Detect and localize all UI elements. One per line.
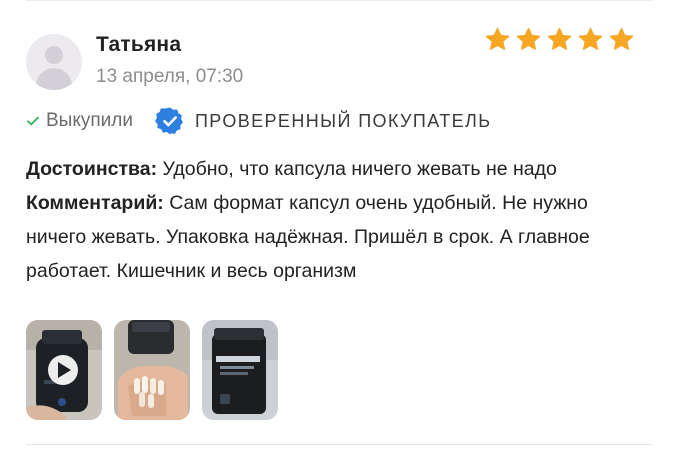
advantages-label: Достоинства: xyxy=(26,158,158,180)
review-photos xyxy=(26,320,278,420)
bought-label: Выкупили xyxy=(46,110,133,131)
rating-stars xyxy=(484,26,635,53)
check-icon xyxy=(27,116,39,126)
advantages-paragraph: Достоинства: Удобно, что капсула ничего … xyxy=(26,152,626,186)
divider xyxy=(26,0,652,1)
star-icon xyxy=(547,27,572,50)
avatar xyxy=(26,34,82,90)
comment-paragraph: Комментарий: Сам формат капсул очень удо… xyxy=(26,186,626,288)
advantages-text: Удобно, что капсула ничего жевать не над… xyxy=(162,158,557,180)
star-icon xyxy=(516,27,541,50)
review-date: 13 апреля, 07:30 xyxy=(96,66,244,87)
author-name: Татьяна xyxy=(96,33,182,56)
divider xyxy=(26,444,652,445)
star-icon xyxy=(485,27,510,50)
avatar-body-shape xyxy=(36,68,72,90)
verified-buyer-label: ПРОВЕРЕННЫЙ ПОКУПАТЕЛЬ xyxy=(194,110,492,131)
play-icon xyxy=(48,355,78,385)
verified-badge-icon xyxy=(154,107,183,135)
review-photo-thumbnail[interactable] xyxy=(114,320,190,420)
review-body: Достоинства: Удобно, что капсула ничего … xyxy=(26,152,626,288)
star-icon xyxy=(609,27,634,50)
capsules-photo xyxy=(114,320,190,420)
comment-label: Комментарий: xyxy=(26,192,164,214)
product-jar-photo xyxy=(202,320,278,420)
review-card: Татьяна 13 апреля, 07:30 Выкупили ПРОВЕР… xyxy=(0,0,678,450)
review-photo-thumbnail[interactable] xyxy=(202,320,278,420)
review-video-thumbnail[interactable] xyxy=(26,320,102,420)
star-icon xyxy=(578,27,603,50)
avatar-head-shape xyxy=(45,46,63,64)
review-badges: Выкупили ПРОВЕРЕННЫЙ ПОКУПАТЕЛЬ xyxy=(26,106,491,136)
